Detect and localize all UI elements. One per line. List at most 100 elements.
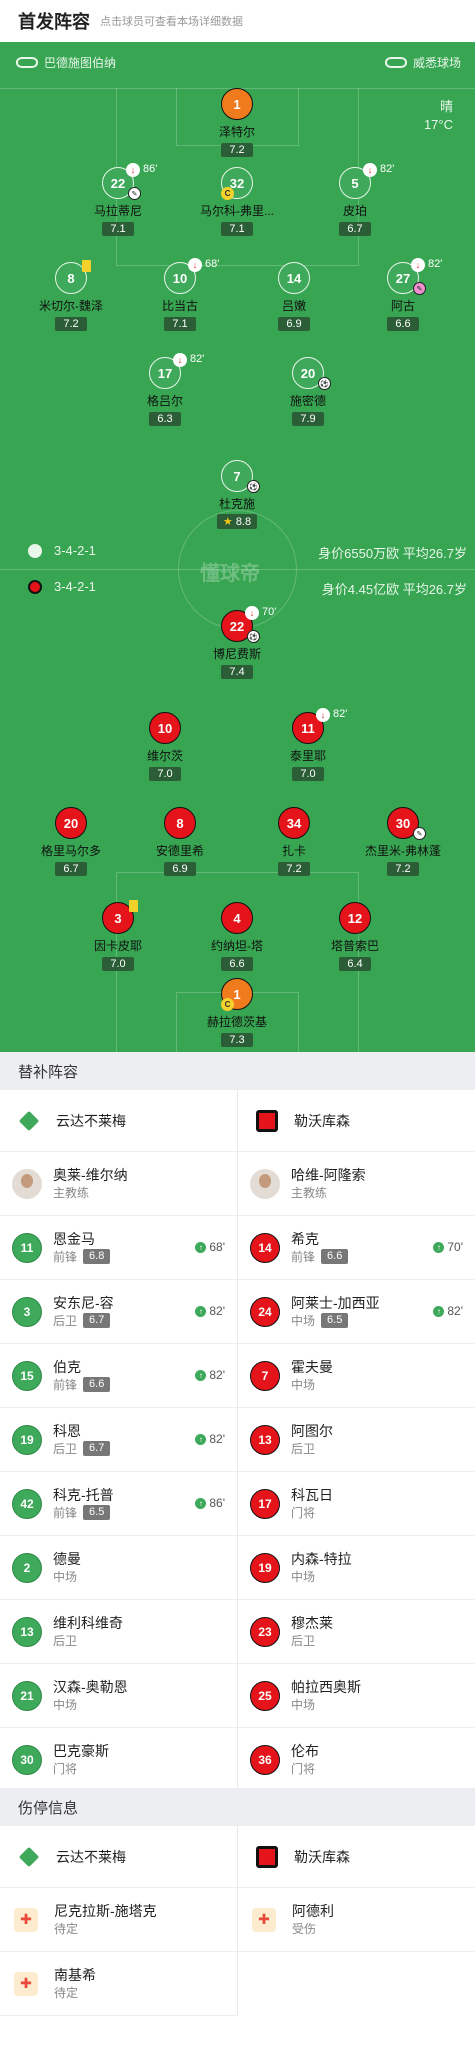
sub-player-row[interactable]: 42 科克-托普 前锋 6.5 ↑ 86' xyxy=(0,1472,237,1536)
sub-minute: 86' xyxy=(209,1496,225,1510)
player-number: 25 xyxy=(250,1680,280,1711)
player-number: 3 xyxy=(12,1296,42,1327)
player-rating: 6.5 xyxy=(83,1505,111,1520)
player-name: 维尔茨 xyxy=(146,749,183,763)
away-player[interactable]: 11 泰里耶 7.0 ↓ 82' xyxy=(258,708,358,782)
player-number: 19 xyxy=(12,1424,42,1455)
sub-on-indicator: ↑ 82' xyxy=(195,1304,225,1318)
away-player[interactable]: 20 格里马尔多 6.7 xyxy=(21,807,121,877)
captain-icon: C xyxy=(221,187,234,200)
sub-player-row[interactable]: 13 维利科维奇 后卫 xyxy=(0,1600,237,1664)
sub-player-row[interactable]: 24 阿莱士-加西亚 中场 6.5 ↑ 82' xyxy=(238,1280,475,1344)
injury-row[interactable]: ✚ 阿德利 受伤 xyxy=(238,1888,475,1952)
player-position: 前锋 xyxy=(291,1249,316,1264)
player-name: 希克 xyxy=(291,1230,319,1247)
away-player[interactable]: 4 约纳坦-塔 6.6 xyxy=(187,902,287,972)
away-player[interactable]: 34 扎卡 7.2 xyxy=(244,807,344,877)
sub-player-row[interactable]: 30 巴克豪斯 门将 xyxy=(0,1728,237,1792)
sub-player-row[interactable]: 17 科瓦日 门将 xyxy=(238,1472,475,1536)
home-player[interactable]: 1 泽特尔 7.2 xyxy=(187,88,287,158)
sub-player-row[interactable]: 7 霍夫曼 中场 xyxy=(238,1344,475,1408)
player-rating: 7.1 xyxy=(164,317,196,331)
coach-row[interactable]: 奥莱-维尔纳 主教练 xyxy=(0,1152,237,1216)
player-number: 12 xyxy=(339,902,371,934)
lineup-header: 首发阵容 点击球员可查看本场详细数据 xyxy=(0,0,475,42)
player-position: 中场 xyxy=(291,1569,316,1584)
sub-on-icon: ↑ xyxy=(433,1241,445,1253)
sub-player-row[interactable]: 21 汉森-奥勒恩 中场 xyxy=(0,1664,237,1728)
away-player[interactable]: 3 因卡皮耶 7.0 xyxy=(68,900,168,972)
away-player[interactable]: 1 赫拉德茨基 7.3 C xyxy=(187,978,287,1048)
home-player[interactable]: 5 皮珀 6.7 ↓ 82' xyxy=(305,163,405,237)
injury-row[interactable]: ✚ 尼克拉斯-施塔克 待定 xyxy=(0,1888,237,1952)
player-name: 恩金马 xyxy=(53,1230,95,1247)
sub-player-row[interactable]: 19 内森-特拉 中场 xyxy=(238,1536,475,1600)
sub-on-indicator: ↑ 82' xyxy=(195,1432,225,1446)
player-number: 11 xyxy=(12,1232,42,1263)
home-player[interactable]: 14 吕嫩 6.9 xyxy=(244,262,344,332)
away-player[interactable]: 12 塔普索巴 6.4 xyxy=(305,902,405,972)
player-number: 17 xyxy=(250,1488,280,1519)
player-rating: 7.0 xyxy=(292,767,324,781)
sub-player-row[interactable]: 14 希克 前锋 6.6 ↑ 70' xyxy=(238,1216,475,1280)
weather: 晴 17°C xyxy=(424,98,453,134)
player-rating: 7.2 xyxy=(278,862,310,876)
player-name: 博尼费斯 xyxy=(212,647,261,661)
page-subtitle: 点击球员可查看本场详细数据 xyxy=(100,16,243,28)
away-team-stats: 身价4.45亿欧 平均26.7岁 xyxy=(321,582,467,597)
sub-player-row[interactable]: 13 阿图尔 后卫 xyxy=(238,1408,475,1472)
sub-off-icon: ↓ xyxy=(411,258,425,272)
coach-row[interactable]: 哈维-阿隆索 主教练 xyxy=(238,1152,475,1216)
team-row-home: 云达不莱梅 xyxy=(0,1826,237,1888)
sub-player-row[interactable]: 2 德曼 中场 xyxy=(0,1536,237,1600)
home-player[interactable]: 27 阿古 6.6 ↓ 82' ✎ xyxy=(353,258,453,332)
home-player[interactable]: 17 格吕尔 6.3 ↓ 82' xyxy=(115,353,215,427)
medical-kit-icon: ✚ xyxy=(14,1907,38,1932)
home-player[interactable]: 20 施密德 7.9 ⚽ xyxy=(258,357,358,427)
team-row-away: 勒沃库森 xyxy=(238,1090,475,1152)
sub-player-row[interactable]: 3 安东尼-容 后卫 6.7 ↑ 82' xyxy=(0,1280,237,1344)
player-name: 穆杰莱 xyxy=(291,1614,333,1631)
player-rating: 6.7 xyxy=(55,862,87,876)
home-player[interactable]: 8 米切尔-魏泽 7.2 xyxy=(21,260,121,332)
player-name: 比当古 xyxy=(161,299,198,313)
player-position: 后卫 xyxy=(53,1441,78,1456)
player-number: 7 xyxy=(250,1360,280,1391)
away-player[interactable]: 10 维尔茨 7.0 xyxy=(115,712,215,782)
player-rating: ★ 8.8 xyxy=(216,514,258,529)
home-player[interactable]: 7 杜克施 ★ 8.8 ⚽ xyxy=(187,460,287,530)
away-player[interactable]: 8 安德里希 6.9 xyxy=(130,807,230,877)
player-position: 中场 xyxy=(53,1697,78,1712)
player-rating: 7.2 xyxy=(55,317,87,331)
player-name: 汉森-奥勒恩 xyxy=(53,1678,128,1695)
home-player[interactable]: 22 马拉蒂尼 7.1 ↓ 86' ✎ xyxy=(68,163,168,237)
away-player[interactable]: 30 杰里米-弗林蓬 7.2 ✎ xyxy=(353,807,453,877)
werder-crest-icon xyxy=(18,1110,40,1131)
player-number: 2 xyxy=(12,1552,42,1583)
player-name: 南基希 xyxy=(54,1966,96,1983)
player-position: 后卫 xyxy=(291,1441,316,1456)
sub-on-indicator: ↑ 82' xyxy=(433,1304,463,1318)
leverkusen-crest-icon xyxy=(256,1845,278,1868)
away-subs-column: 勒沃库森 哈维-阿隆索 主教练 14 希克 前锋 6.6 ↑ 70' 24 阿莱士-加西亚 中场 6… xyxy=(238,1090,475,1792)
sub-player-row[interactable]: 15 伯克 前锋 6.6 ↑ 82' xyxy=(0,1344,237,1408)
player-name: 阿古 xyxy=(390,299,415,313)
medical-kit-icon: ✚ xyxy=(14,1971,38,1996)
coach-role: 主教练 xyxy=(53,1185,90,1200)
sub-player-row[interactable]: 36 伦布 门将 xyxy=(238,1728,475,1792)
sub-player-row[interactable]: 19 科恩 后卫 6.7 ↑ 82' xyxy=(0,1408,237,1472)
team-row-home: 云达不莱梅 xyxy=(0,1090,237,1152)
sub-player-row[interactable]: 23 穆杰莱 后卫 xyxy=(238,1600,475,1664)
sub-player-row[interactable]: 25 帕拉西奥斯 中场 xyxy=(238,1664,475,1728)
coach-role: 主教练 xyxy=(291,1185,328,1200)
away-player[interactable]: 22 博尼费斯 7.4 ↓ 70' ⚽ xyxy=(187,606,287,680)
injury-row[interactable]: ✚ 南基希 待定 xyxy=(0,1952,237,2016)
home-player[interactable]: 32 马尔科-弗里... 7.1 C xyxy=(187,167,287,237)
player-name: 帕拉西奥斯 xyxy=(291,1678,361,1695)
player-rating: 6.7 xyxy=(339,222,371,236)
captain-icon: C xyxy=(221,998,234,1011)
team-name: 勒沃库森 xyxy=(294,1848,350,1865)
player-number: 21 xyxy=(12,1680,42,1711)
home-player[interactable]: 10 比当古 7.1 ↓ 68' xyxy=(130,258,230,332)
sub-player-row[interactable]: 11 恩金马 前锋 6.8 ↑ 68' xyxy=(0,1216,237,1280)
